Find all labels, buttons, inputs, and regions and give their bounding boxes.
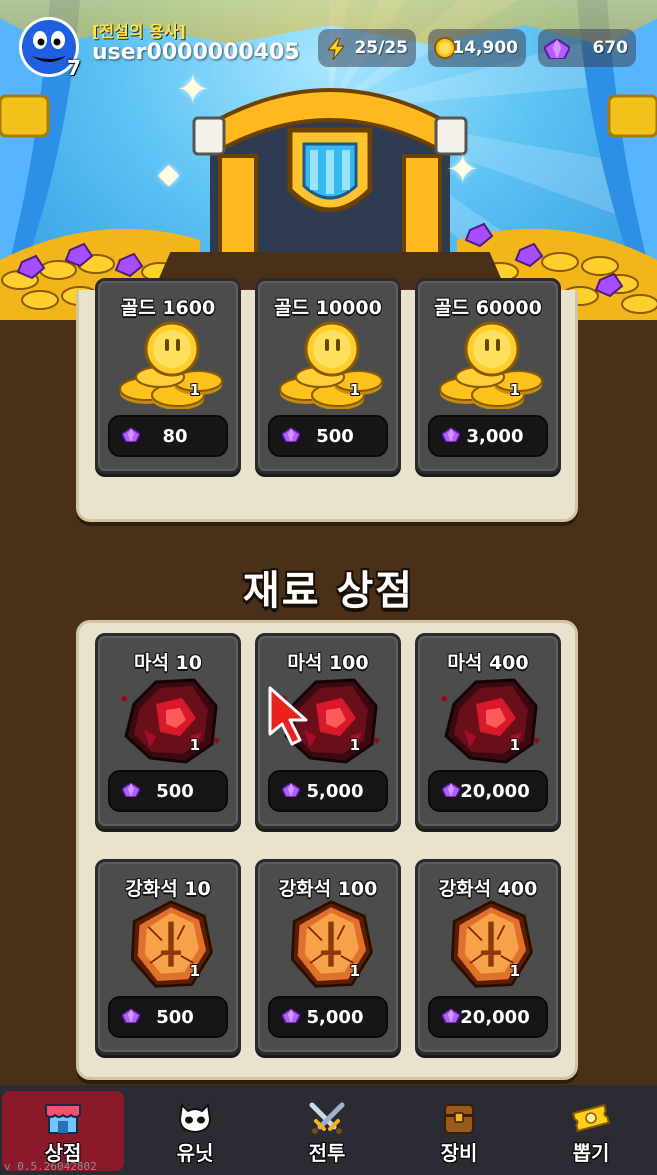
gold-item-card[interactable]: 골드 60000 1 3,000	[415, 278, 561, 474]
item-qty: 1	[189, 381, 200, 399]
gold-item-card[interactable]: 골드 1600 1 80	[95, 278, 241, 474]
buy-button[interactable]: 20,000	[428, 996, 548, 1038]
price-value: 5,000	[306, 780, 364, 802]
buy-button[interactable]: 5,000	[268, 996, 388, 1038]
enhance-stone-icon	[130, 900, 213, 988]
gem-icon	[282, 1009, 300, 1023]
gem-icon	[282, 783, 300, 797]
mouse-cursor-icon	[268, 686, 308, 746]
buy-button[interactable]: 500	[108, 996, 228, 1038]
price-value: 3,000	[466, 425, 524, 447]
gem-icon	[122, 428, 140, 442]
gem-icon	[442, 1009, 460, 1023]
gold-item-card[interactable]: 골드 10000 1 500	[255, 278, 401, 474]
gold-coins-icon	[438, 321, 544, 409]
nav-label: 전투	[308, 1141, 346, 1165]
gold-coins-icon	[278, 321, 384, 409]
buy-button[interactable]: 5,000	[268, 770, 388, 812]
nav-label: 유닛	[176, 1141, 214, 1165]
price-value: 80	[162, 425, 188, 447]
item-qty: 1	[349, 962, 360, 980]
material-shop-panel: 마석 10 1 500 마석 100 1 5,000 마석 400 1 20,0…	[76, 620, 578, 1080]
price-value: 500	[156, 780, 194, 802]
ticket-icon	[572, 1103, 610, 1133]
gem-counter[interactable]: 670	[538, 29, 636, 67]
gem-value: 670	[592, 38, 629, 58]
top-status-bar: 7 [전설의 용사] user0000000405 25/25 14,900 6…	[0, 0, 657, 90]
gem-icon	[282, 428, 300, 442]
buy-button[interactable]: 3,000	[428, 415, 548, 457]
nav-tab-equipment[interactable]: 장비	[398, 1091, 520, 1171]
item-qty: 1	[189, 962, 200, 980]
gem-icon	[442, 783, 460, 797]
gem-icon	[122, 1009, 140, 1023]
price-value: 500	[156, 1006, 194, 1028]
gem-icon	[122, 783, 140, 797]
bottom-navigation: 상점 유닛 전투 장비 뽑기	[0, 1085, 657, 1175]
nav-label: 장비	[440, 1141, 478, 1165]
magic-stone-card[interactable]: 마석 400 1 20,000	[415, 633, 561, 829]
buy-button[interactable]: 500	[268, 415, 388, 457]
nav-tab-battle[interactable]: 전투	[266, 1091, 388, 1171]
gem-icon	[442, 428, 460, 442]
item-name: 강화석 10	[125, 878, 211, 900]
nav-tab-gacha[interactable]: 뽑기	[530, 1091, 652, 1171]
chest-icon	[444, 1104, 474, 1134]
magic-stone-icon	[439, 678, 542, 764]
magic-stone-icon	[119, 678, 222, 764]
magic-stone-card[interactable]: 마석 10 1 500	[95, 633, 241, 829]
gold-counter[interactable]: 14,900	[428, 29, 526, 67]
buy-button[interactable]: 500	[108, 770, 228, 812]
item-name: 강화석 100	[278, 878, 378, 900]
item-name: 마석 10	[133, 652, 202, 674]
item-qty: 1	[349, 381, 360, 399]
energy-counter[interactable]: 25/25	[318, 29, 416, 67]
item-qty: 1	[509, 381, 520, 399]
lightning-icon	[328, 38, 344, 60]
item-qty: 1	[349, 736, 360, 754]
skull-icon	[178, 1102, 212, 1134]
player-level: 7	[67, 56, 81, 80]
nav-tab-units[interactable]: 유닛	[134, 1091, 256, 1171]
gold-value: 14,900	[452, 38, 518, 58]
enhance-stone-icon	[290, 900, 373, 988]
buy-button[interactable]: 80	[108, 415, 228, 457]
item-qty: 1	[509, 962, 520, 980]
enhance-stone-card[interactable]: 강화석 400 1 20,000	[415, 859, 561, 1055]
nav-tab-shop[interactable]: 상점	[2, 1091, 124, 1171]
item-name: 골드 1600	[120, 297, 216, 319]
item-name: 강화석 400	[438, 878, 538, 900]
gold-shop-panel: 골드 1600 1 80 골드 10000 1 500 골드 60000 1 3…	[76, 278, 578, 522]
swords-icon	[309, 1102, 345, 1134]
enhance-stone-card[interactable]: 강화석 100 1 5,000	[255, 859, 401, 1055]
item-name: 마석 400	[447, 652, 529, 674]
item-name: 골드 60000	[434, 297, 542, 319]
gold-coins-icon	[118, 321, 224, 409]
price-value: 5,000	[306, 1006, 364, 1028]
nav-label: 뽑기	[572, 1141, 610, 1165]
item-name: 골드 10000	[274, 297, 382, 319]
item-qty: 1	[189, 736, 200, 754]
material-shop-title: 재료 상점	[242, 568, 415, 614]
enhance-stone-icon	[450, 900, 533, 988]
item-name: 마석 100	[287, 652, 369, 674]
enhance-stone-card[interactable]: 강화석 10 1 500	[95, 859, 241, 1055]
sparkle-icon: ◆	[158, 157, 180, 190]
price-value: 500	[316, 425, 354, 447]
gem-icon	[544, 39, 570, 59]
player-username: user0000000405	[92, 40, 300, 65]
shop-icon	[45, 1104, 81, 1134]
player-title: [전설의 용사]	[92, 22, 186, 41]
energy-value: 25/25	[354, 38, 408, 58]
buy-button[interactable]: 20,000	[428, 770, 548, 812]
sparkle-icon: ✦	[446, 147, 480, 193]
version-label: v 0.5.26042802	[4, 1160, 97, 1173]
item-qty: 1	[509, 736, 520, 754]
